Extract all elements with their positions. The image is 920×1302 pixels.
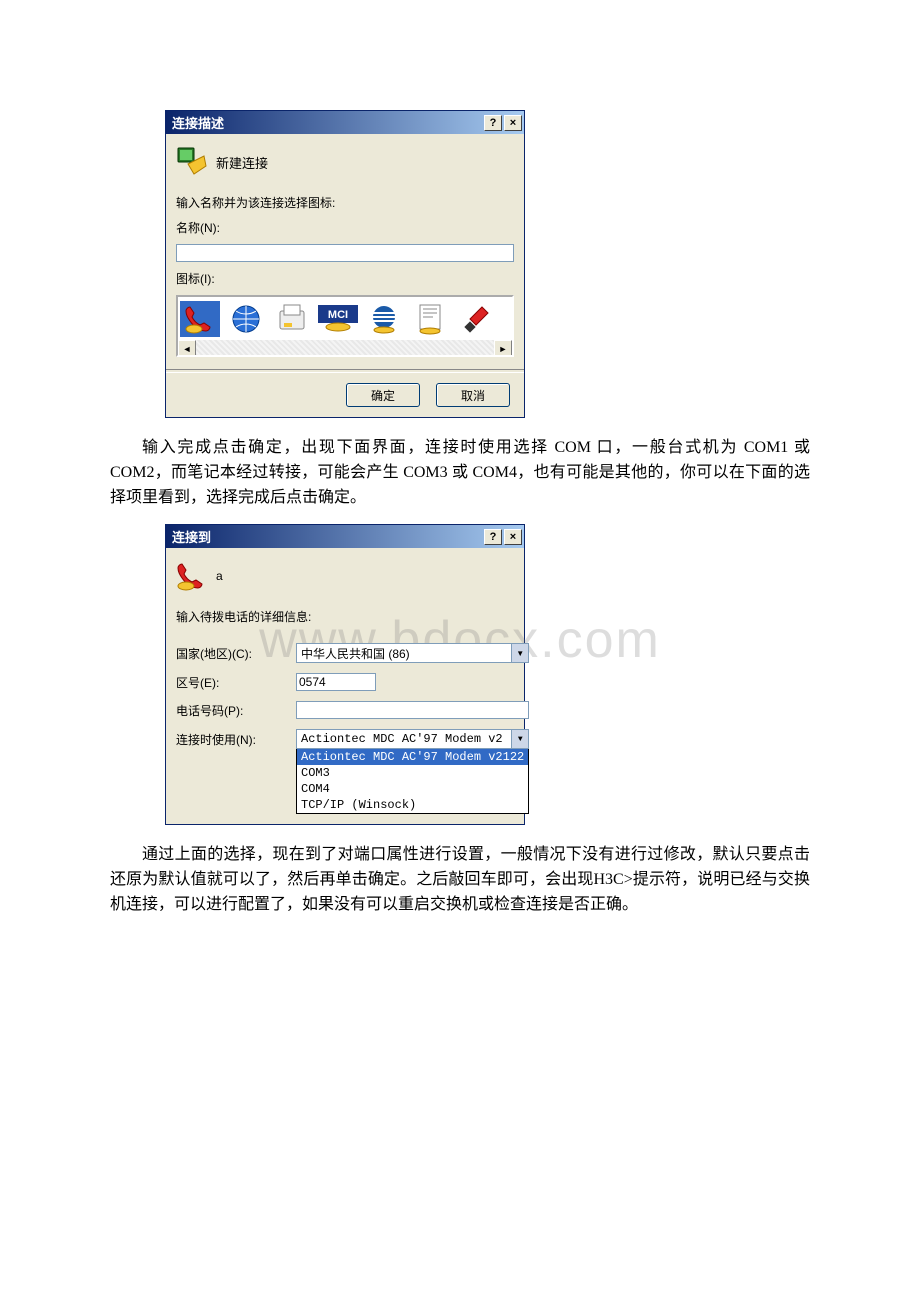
ok-button[interactable]: 确定 [346, 383, 420, 407]
phone-red-icon[interactable] [180, 301, 220, 337]
dialog2-prompt: 输入待拨电话的详细信息: [176, 608, 514, 625]
separator [166, 369, 524, 373]
fax-icon[interactable] [272, 301, 312, 337]
dropdown-option[interactable]: Actiontec MDC AC'97 Modem v2122 [297, 749, 528, 765]
connect-using-label: 连接时使用(N): [176, 729, 296, 748]
flashlight-icon[interactable] [456, 301, 496, 337]
dialog1-prompt: 输入名称并为该连接选择图标: [176, 194, 514, 211]
connect-to-dialog: 连接到 ? × a 输入待拨电话的详细信息: 国家(地区)(C): 中华人民共和… [165, 524, 525, 825]
dialog2-titlebar[interactable]: 连接到 ? × [166, 525, 524, 548]
country-select[interactable]: 中华人民共和国 (86) ▼ [296, 643, 529, 663]
dropdown-option[interactable]: COM3 [297, 765, 528, 781]
name-input[interactable] [176, 244, 514, 262]
dialog1-titlebar[interactable]: 连接描述 ? × [166, 111, 524, 134]
help-icon[interactable]: ? [484, 115, 502, 131]
document-phone-icon[interactable] [410, 301, 450, 337]
icon-label: 图标(I): [176, 270, 514, 287]
phone-input[interactable] [296, 701, 529, 719]
hyperterminal-icon [176, 146, 208, 178]
close-icon[interactable]: × [504, 115, 522, 131]
dialog1-title: 连接描述 [172, 113, 482, 132]
connection-description-dialog: 连接描述 ? × 新建连接 输入名称并为该连接选择图标: 名称(N): [165, 110, 525, 418]
help-icon[interactable]: ? [484, 529, 502, 545]
dropdown-option[interactable]: TCP/IP (Winsock) [297, 797, 528, 813]
dialog1-subtitle: 新建连接 [216, 153, 268, 172]
phone-icon [176, 560, 208, 592]
country-value: 中华人民共和国 (86) [301, 645, 410, 662]
cancel-button[interactable]: 取消 [436, 383, 510, 407]
mci-icon[interactable]: MCI [318, 301, 358, 337]
area-code-label: 区号(E): [176, 674, 296, 691]
country-label: 国家(地区)(C): [176, 645, 296, 662]
paragraph-2: 通过上面的选择，现在到了对端口属性进行设置，一般情况下没有进行过修改，默认只要点… [110, 843, 810, 917]
connect-using-dropdown[interactable]: Actiontec MDC AC'97 Modem v2122 COM3 COM… [296, 748, 529, 814]
icon-selector: MCI ◄ ► [176, 295, 514, 357]
connect-using-select[interactable]: Actiontec MDC AC'97 Modem v2 ▼ [296, 729, 529, 749]
close-icon[interactable]: × [504, 529, 522, 545]
svg-text:MCI: MCI [328, 309, 348, 321]
dropdown-option[interactable]: COM4 [297, 781, 528, 797]
scroll-right-icon[interactable]: ► [494, 340, 512, 357]
scroll-left-icon[interactable]: ◄ [178, 340, 196, 357]
chevron-down-icon: ▼ [511, 730, 528, 748]
att-globe-icon[interactable] [364, 301, 404, 337]
connect-using-value: Actiontec MDC AC'97 Modem v2 [301, 732, 503, 746]
paragraph-1: 输入完成点击确定，出现下面界面，连接时使用选择 COM 口，一般台式机为 COM… [110, 436, 810, 510]
area-code-input[interactable] [296, 673, 376, 691]
chevron-down-icon: ▼ [511, 644, 528, 662]
icon-scrollbar[interactable]: ◄ ► [178, 340, 512, 355]
dialog2-title: 连接到 [172, 527, 482, 546]
globe-icon[interactable] [226, 301, 266, 337]
phone-label: 电话号码(P): [176, 702, 296, 719]
name-label: 名称(N): [176, 219, 514, 236]
dialog2-icon-caption: a [216, 569, 223, 583]
